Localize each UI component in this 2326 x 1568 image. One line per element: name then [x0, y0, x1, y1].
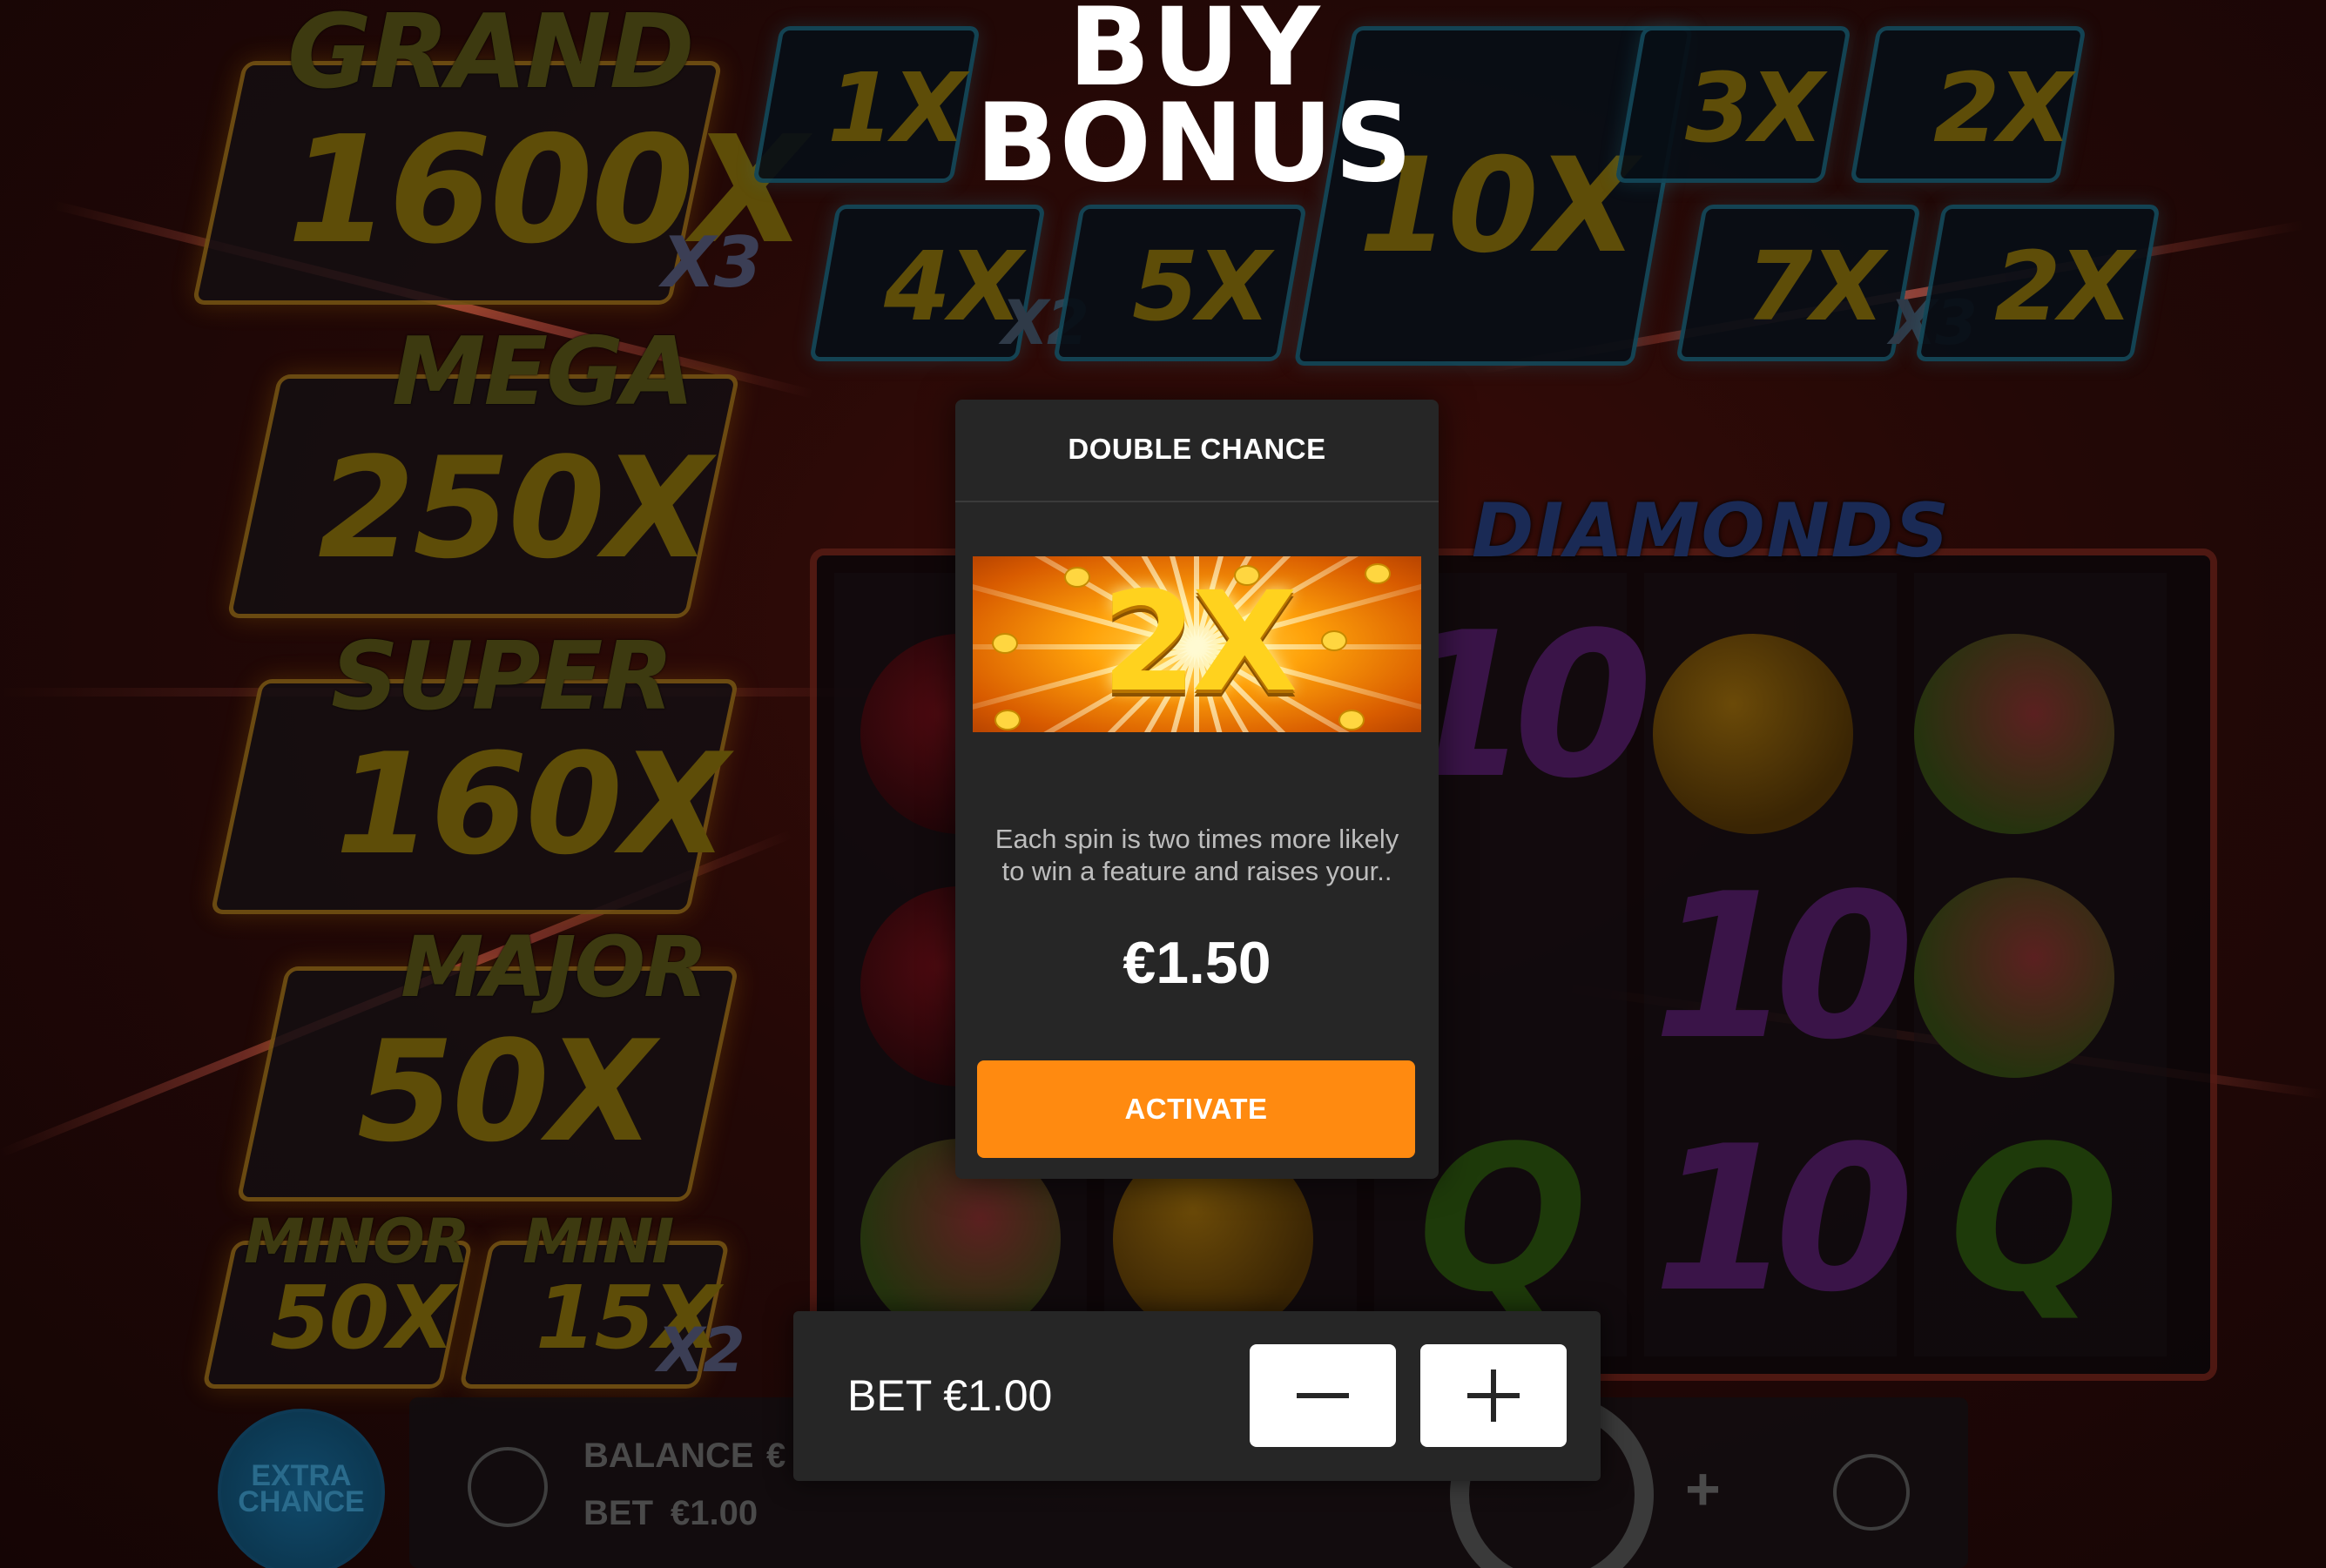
multiplier-tile-value: 2X [1933, 52, 2072, 164]
plus-icon [1467, 1369, 1520, 1422]
queen-symbol: Q [1418, 1104, 1588, 1336]
multiplier-tile-value: 3X [1685, 52, 1824, 164]
orange-symbol [1653, 634, 1853, 834]
double-chance-2x-graphic: 2X [1101, 562, 1298, 723]
bottom-bet-value: €1.00 [671, 1494, 758, 1532]
queen-symbol: Q [1949, 1104, 2119, 1336]
page-title: BUY BONUS [881, 0, 1508, 206]
multiplier-tile-value: 2X [1994, 231, 2133, 342]
bonus-card: DOUBLE CHANCE 2X Each spin is two times … [955, 400, 1439, 1179]
card-description-line-1: Each spin is two times more likely [994, 824, 1399, 854]
jackpot-name: MAJOR [401, 919, 708, 1016]
increase-bet-button[interactable] [1420, 1344, 1567, 1447]
extra-chance-line2: CHANCE [238, 1485, 365, 1518]
watermelon-symbol [1914, 878, 2114, 1078]
activate-button[interactable]: ACTIVATE [977, 1060, 1415, 1158]
jackpot-multiplier: X3 [662, 222, 762, 303]
jackpot-value: 250X [318, 427, 711, 589]
title-line-2: BONUS [975, 81, 1414, 206]
extra-chance-label: EXTRA CHANCE [221, 1461, 381, 1518]
jackpot-name: GRAND [287, 0, 695, 111]
jackpot-value: 50X [357, 1010, 655, 1173]
bg-plus-icon: + [1685, 1455, 1721, 1523]
ten-symbol: 10 [1653, 851, 1914, 1084]
bet-amount: BET €1.00 [847, 1371, 1053, 1420]
autoplay-icon [1833, 1454, 1910, 1531]
card-header: DOUBLE CHANCE [955, 400, 1439, 502]
jackpot-value: 160X [335, 723, 728, 885]
watermelon-symbol [1914, 634, 2114, 834]
jackpot-value: 50X [270, 1267, 455, 1369]
jackpot-multiplier: X2 [657, 1315, 745, 1386]
multiplier-tile-value: 5X [1132, 231, 1271, 342]
bottom-bet-label: BET [583, 1494, 653, 1532]
minus-icon [1297, 1393, 1349, 1398]
card-title: DOUBLE CHANCE [1068, 433, 1326, 465]
card-description-line-2: to win a feature and raises your.. [1001, 856, 1392, 886]
bet-panel: BET €1.00 [793, 1311, 1601, 1481]
extra-chance-button: EXTRA CHANCE [218, 1409, 385, 1568]
card-description: Each spin is two times more likely to wi… [973, 823, 1421, 887]
multiplier-tile-value: 7X [1746, 231, 1884, 342]
game-logo: DIAMONDS [1472, 488, 1951, 575]
jackpot-name: SUPER [331, 622, 674, 731]
jackpot-name: MEGA [392, 318, 694, 427]
feature-image: 2X [973, 556, 1421, 732]
bonus-price: €1.50 [1123, 930, 1271, 996]
menu-icon [468, 1447, 548, 1527]
ten-symbol: 10 [1653, 1104, 1914, 1336]
balance-value: € [766, 1437, 786, 1475]
balance-label: BALANCE [583, 1437, 754, 1475]
multiplier-tile-value: 4X [884, 231, 1022, 342]
decrease-bet-button[interactable] [1250, 1344, 1396, 1447]
